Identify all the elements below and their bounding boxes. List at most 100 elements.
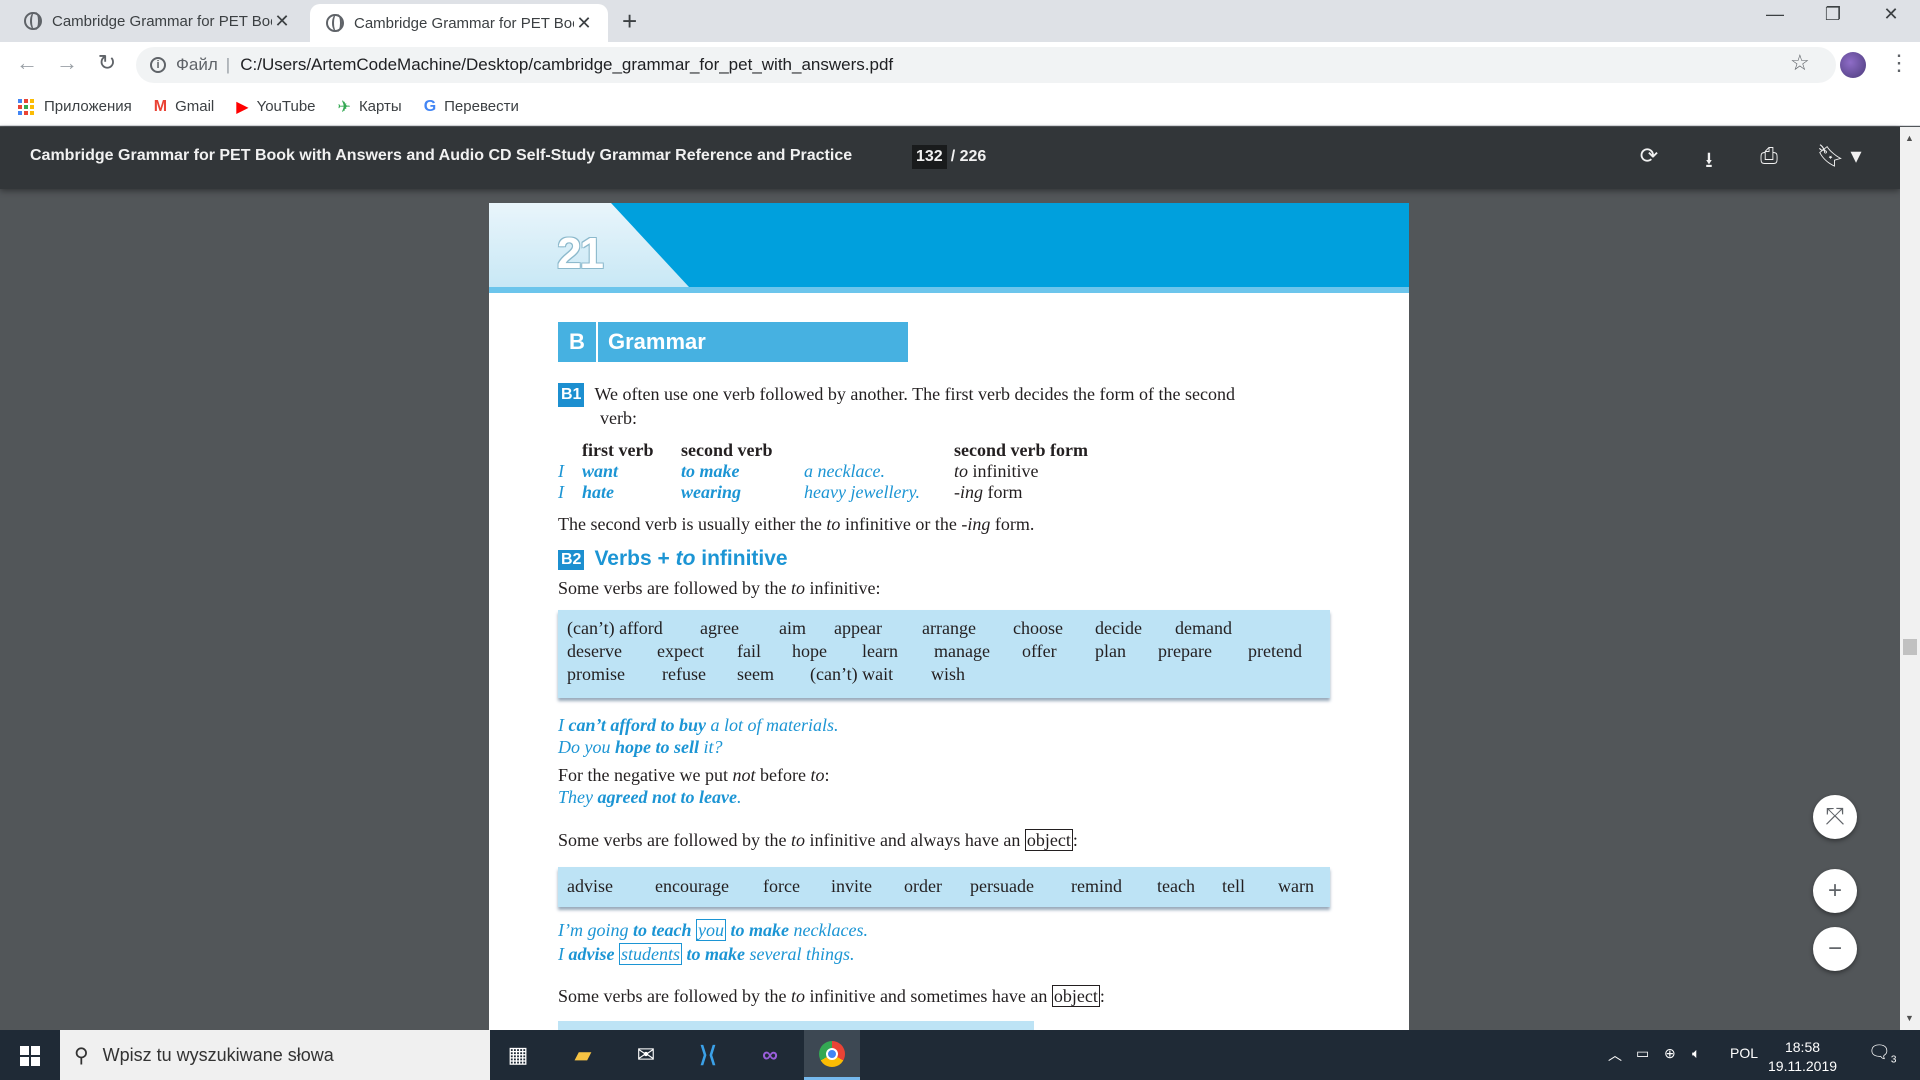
menu-icon[interactable]: ⋮: [1888, 50, 1910, 76]
bookmark-apps[interactable]: Приложения: [18, 98, 132, 115]
bookmark-label: YouTube: [256, 98, 316, 115]
page-indicator: 132 / 226: [912, 145, 986, 169]
clock-time: 18:58: [1784, 1039, 1821, 1055]
file-explorer-icon[interactable]: ▰: [555, 1030, 611, 1080]
bookmarks-bar: Приложения M Gmail ▶ YouTube ✈ Карты G П…: [0, 88, 1920, 126]
download-icon[interactable]: ⭳: [1694, 143, 1724, 181]
profile-avatar[interactable]: [1840, 52, 1866, 78]
show-hidden-icons[interactable]: ︿: [1608, 1045, 1622, 1065]
apps-grid-icon: [18, 98, 34, 115]
vertical-scrollbar[interactable]: ▲ ▼: [1900, 127, 1920, 1030]
zoom-out-button[interactable]: −: [1813, 927, 1857, 971]
b2-tag: B2: [558, 550, 585, 570]
clock[interactable]: 18:58 19.11.2019: [1768, 1038, 1837, 1076]
address-bar[interactable]: i Файл | C:/Users/ArtemCodeMachine/Deskt…: [136, 47, 1836, 83]
network-icon[interactable]: ⊕: [1664, 1045, 1676, 1062]
forward-button[interactable]: →: [52, 50, 82, 76]
close-tab-icon[interactable]: ✕: [574, 13, 594, 34]
info-icon[interactable]: i: [150, 57, 166, 73]
total-pages: / 226: [950, 148, 987, 165]
header-second-verb: second verb: [681, 440, 773, 460]
vscode-icon[interactable]: ⟩⟨: [680, 1030, 736, 1080]
search-icon: ⚲: [74, 1044, 89, 1067]
example-2: Do you hope to sell it?: [558, 737, 723, 757]
unit-number: 21: [557, 229, 604, 278]
notifications-icon[interactable]: 🗨︎3: [1868, 1042, 1896, 1066]
bookmark-maps[interactable]: ✈ Карты: [338, 97, 402, 117]
object-verb-box: advise encourage force invite order pers…: [558, 867, 1330, 907]
zoom-in-button[interactable]: +: [1813, 869, 1857, 913]
object-example-1: I’m going to teach you to make necklaces…: [558, 919, 868, 941]
maximize-button[interactable]: ❐: [1818, 4, 1848, 25]
current-page-input[interactable]: 132: [912, 145, 947, 169]
bookmark-label: Карты: [358, 98, 402, 115]
bookmark-translate[interactable]: G Перевести: [424, 98, 519, 116]
b2-intro: Some verbs are followed by the to infini…: [558, 578, 881, 598]
close-window-button[interactable]: ✕: [1876, 4, 1906, 25]
bookmark-youtube[interactable]: ▶ YouTube: [236, 97, 315, 117]
b1-intro: B1 We often use one verb followed by anot…: [558, 383, 1358, 429]
fit-page-button[interactable]: ⤧: [1813, 795, 1857, 839]
globe-icon: [326, 14, 344, 32]
translate-icon: G: [423, 97, 437, 115]
bookmark-gmail[interactable]: M Gmail: [154, 98, 215, 116]
gmail-icon: M: [153, 97, 168, 115]
youtube-icon: ▶: [236, 98, 249, 116]
negative-example: They agreed not to leave.: [558, 787, 742, 807]
object-rule: Some verbs are followed by the to infini…: [558, 829, 1078, 851]
object-example-2: I advise students to make several things…: [558, 943, 855, 965]
language-indicator[interactable]: POL: [1730, 1045, 1758, 1061]
globe-icon: [24, 12, 42, 30]
browser-tab-1[interactable]: Cambridge Grammar for PET Boo ✕: [8, 0, 306, 42]
bookmark-label: Перевести: [444, 98, 519, 115]
section-title: Grammar: [608, 329, 706, 354]
minimize-button[interactable]: —: [1760, 4, 1790, 25]
sometimes-object-rule: Some verbs are followed by the to infini…: [558, 985, 1105, 1007]
bookmark-label: Gmail: [175, 98, 215, 115]
browser-toolbar: ← → ↻ i Файл | C:/Users/ArtemCodeMachine…: [0, 42, 1920, 88]
separator: |: [225, 55, 231, 74]
pdf-toolbar: Cambridge Grammar for PET Book with Answ…: [0, 127, 1900, 189]
scroll-up-icon[interactable]: ▲: [1905, 133, 1914, 143]
bookmark-icon[interactable]: 🔖︎ ▾: [1814, 143, 1864, 169]
search-placeholder: Wpisz tu wyszukiwane słowa: [102, 1044, 334, 1065]
unit-banner: 21: [489, 203, 1409, 293]
tab-title: Cambridge Grammar for PET Boo: [354, 14, 574, 32]
next-verb-box: [558, 1021, 1034, 1030]
verb-list-box: (can’t) afford agree aim appear arrange …: [558, 610, 1330, 698]
negative-rule: For the negative we put not before to:: [558, 765, 830, 785]
back-button[interactable]: ←: [12, 50, 42, 76]
example-1: I can’t afford to buy a lot of materials…: [558, 715, 839, 735]
document-title: Cambridge Grammar for PET Book with Answ…: [30, 147, 853, 164]
tab-strip: Cambridge Grammar for PET Boo ✕ Cambridg…: [0, 0, 1920, 42]
new-tab-button[interactable]: +: [622, 6, 637, 37]
windows-taskbar: ⚲ Wpisz tu wyszukiwane słowa ▦ ▰ ✉ ⟩⟨ ∞ …: [0, 1030, 1920, 1080]
clock-date: 19.11.2019: [1768, 1058, 1838, 1074]
browser-tab-2-active[interactable]: Cambridge Grammar for PET Boo ✕: [310, 4, 608, 42]
scrollbar-thumb[interactable]: [1903, 639, 1917, 655]
mail-icon[interactable]: ✉: [618, 1030, 674, 1080]
rotate-icon[interactable]: ⟳: [1634, 143, 1664, 169]
section-heading: B Grammar: [558, 322, 908, 362]
bookmark-label: Приложения: [44, 98, 132, 115]
bookmark-star-icon[interactable]: ☆: [1790, 50, 1810, 76]
close-tab-icon[interactable]: ✕: [272, 11, 292, 32]
battery-icon[interactable]: ▭: [1636, 1045, 1649, 1062]
tab-title: Cambridge Grammar for PET Boo: [52, 12, 272, 30]
print-icon[interactable]: ⎙: [1754, 143, 1784, 169]
reload-button[interactable]: ↻: [92, 50, 122, 76]
chrome-icon[interactable]: [804, 1030, 860, 1080]
url-text[interactable]: C:/Users/ArtemCodeMachine/Desktop/cambri…: [240, 55, 893, 75]
task-view-icon[interactable]: ▦: [490, 1030, 546, 1080]
taskbar-search[interactable]: ⚲ Wpisz tu wyszukiwane słowa: [60, 1030, 490, 1080]
maps-icon: ✈: [337, 98, 351, 116]
scroll-down-icon[interactable]: ▼: [1905, 1013, 1914, 1023]
b1-summary: The second verb is usually either the to…: [558, 514, 1035, 534]
section-letter: B: [569, 329, 585, 354]
b1-tag: B1: [558, 383, 585, 407]
visual-studio-icon[interactable]: ∞: [742, 1030, 798, 1080]
volume-icon[interactable]: 🔈︎: [1692, 1045, 1700, 1062]
windows-start-icon[interactable]: [20, 1046, 40, 1066]
pdf-page: 21 B Grammar B1 We often use one verb fol…: [489, 203, 1409, 1030]
header-first-verb: first verb: [582, 440, 654, 460]
